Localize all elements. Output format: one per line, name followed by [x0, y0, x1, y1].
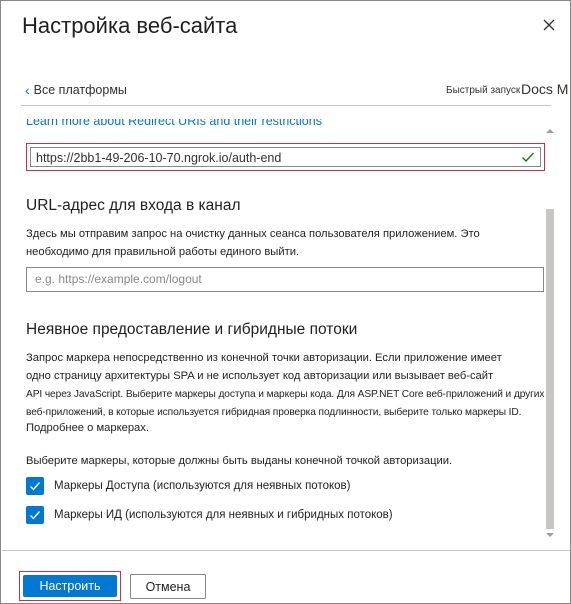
logout-url-input[interactable]: e.g. https://example.com/logout — [26, 267, 544, 292]
header-divider — [21, 105, 551, 106]
docs-link[interactable]: Docs M — [521, 81, 568, 97]
select-tokens-prompt: Выберите маркеры, которые должны быть вы… — [26, 455, 453, 467]
scroll-down-arrow-icon[interactable] — [545, 531, 555, 539]
checkbox-checked-icon — [26, 477, 44, 495]
chevron-left-icon: ‹ — [25, 82, 30, 98]
tokens-learn-more-link[interactable]: Подробнее о маркерах. — [26, 419, 149, 438]
scrollbar-thumb[interactable] — [546, 209, 554, 529]
close-icon[interactable] — [539, 15, 559, 35]
access-tokens-checkbox[interactable]: Маркеры Доступа (используются для неявны… — [26, 477, 350, 495]
checkbox-checked-icon — [26, 506, 44, 524]
access-tokens-label: Маркеры Доступа (используются для неявны… — [54, 480, 351, 492]
vertical-scrollbar[interactable] — [543, 123, 557, 541]
implicit-description-line-3: API через JavaScript. Выберите маркеры д… — [26, 389, 545, 400]
configure-button[interactable]: Настроить — [23, 575, 117, 597]
quickstart-link[interactable]: Быстрый запуск — [446, 85, 520, 96]
configure-web-panel: Настройка веб-сайта ‹ Все платформы Быст… — [0, 0, 571, 604]
id-tokens-label: Маркеры ИД (используются для неявных и г… — [54, 509, 393, 521]
back-label: Все платформы — [33, 83, 127, 97]
footer-divider — [2, 550, 570, 551]
back-to-platforms-link[interactable]: ‹ Все платформы — [25, 83, 127, 97]
logout-url-heading: URL-адрес для входа в канал — [26, 197, 241, 214]
implicit-description-line-2: одно страницу архитектуры SPA и не испол… — [26, 370, 494, 382]
checkmark-icon — [522, 152, 535, 163]
implicit-description-line-1: Запрос маркера непосредственно из конечн… — [26, 352, 502, 364]
configure-button-focus-ring: Настроить — [19, 571, 121, 601]
scroll-up-arrow-icon[interactable] — [545, 127, 555, 135]
id-tokens-checkbox[interactable]: Маркеры ИД (используются для неявных и г… — [26, 506, 393, 524]
redirect-uri-field[interactable]: https://2bb1-49-206-10-70.ngrok.io/auth-… — [26, 143, 545, 171]
redirect-uri-input[interactable]: https://2bb1-49-206-10-70.ngrok.io/auth-… — [30, 147, 541, 167]
logout-description-line-2: необходимо для правильной работы единого… — [26, 246, 300, 258]
redirect-uris-learn-more-link[interactable]: Learn more about Redirect URIs and their… — [26, 119, 322, 132]
logout-description-line-1: Здесь мы отправим запрос на очистку данн… — [26, 228, 480, 240]
cancel-button[interactable]: Отмена — [130, 574, 206, 599]
implicit-grant-heading: Неявное предоставление и гибридные поток… — [26, 321, 358, 338]
panel-title: Настройка веб-сайта — [22, 13, 238, 38]
